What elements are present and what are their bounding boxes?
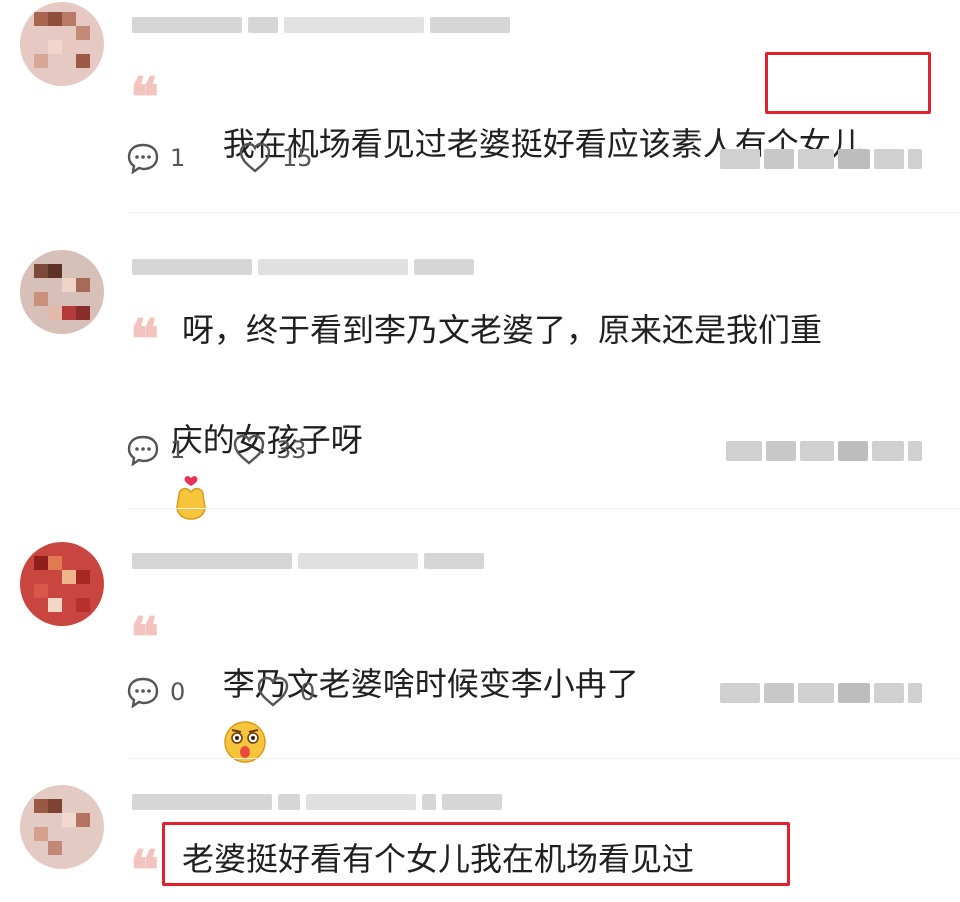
like-button[interactable]: 33: [232, 434, 307, 466]
blurred-timestamp: [726, 440, 922, 462]
blurred-username: [132, 552, 484, 570]
highlight-box: [765, 52, 931, 114]
avatar[interactable]: [20, 542, 104, 626]
reply-button[interactable]: 1: [126, 434, 185, 466]
comment-item-1: ❝ 我在机场看见过老婆挺好看应该素人有个女儿 1 15: [0, 0, 960, 215]
quote-mark-icon: ❝: [130, 838, 159, 902]
reply-count: 1: [170, 436, 186, 464]
blurred-username: [132, 793, 502, 811]
blurred-timestamp: [720, 682, 922, 704]
quote-mark-icon: ❝: [130, 65, 159, 129]
like-count: 0: [300, 678, 316, 706]
heart-outline-icon: [233, 434, 265, 465]
avatar[interactable]: [20, 785, 104, 869]
divider: [128, 508, 960, 509]
comment-bubble-icon: [127, 435, 159, 466]
comment-item-4: ❝ 老婆挺好看有个女儿我在机场看见过: [0, 775, 960, 901]
blurred-timestamp: [720, 148, 922, 170]
reply-button[interactable]: 1: [126, 142, 185, 174]
blurred-username: [132, 258, 474, 276]
reply-button[interactable]: 0: [126, 676, 185, 708]
avatar[interactable]: [20, 2, 104, 86]
avatar[interactable]: [20, 250, 104, 334]
divider: [128, 212, 960, 213]
comment-item-3: ❝ 李乃文老婆啥时候变李小冉了 0 0: [0, 530, 960, 763]
comment-bubble-icon: [127, 677, 159, 708]
like-button[interactable]: 0: [256, 676, 315, 708]
comment-text-line-1: 呀，终于看到李乃文老婆了，原来还是我们重: [182, 311, 823, 349]
comment-item-2: ❝ 呀，终于看到李乃文老婆了，原来还是我们重 庆的女孩子呀 1 33: [0, 240, 960, 520]
divider: [128, 758, 960, 759]
like-count: 33: [276, 436, 307, 464]
like-count: 15: [282, 144, 313, 172]
like-button[interactable]: 15: [238, 142, 313, 174]
reply-count: 0: [170, 678, 186, 706]
reply-count: 1: [170, 144, 186, 172]
heart-outline-icon: [239, 142, 271, 173]
quote-mark-icon: ❝: [130, 605, 159, 669]
blurred-username: [132, 16, 510, 34]
heart-outline-icon: [257, 676, 289, 707]
comment-bubble-icon: [127, 143, 159, 174]
finger-heart-emoji: [175, 476, 206, 520]
highlight-box: [162, 822, 790, 886]
